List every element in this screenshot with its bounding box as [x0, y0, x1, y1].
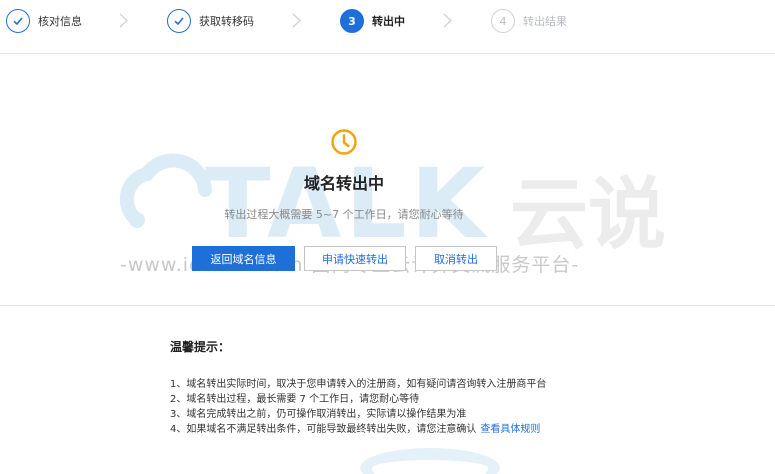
clock-icon — [331, 129, 357, 155]
tip-item: 1、域名转出实际时间，取决于您申请转入的注册商，如有疑问请咨询转入注册商平台 — [170, 379, 547, 390]
tips-title: 温馨提示： — [170, 340, 231, 354]
tip-item: 4、如果域名不满足转出条件，可能导致最终转出失败，请您注意确认 查看具体规则 — [170, 422, 546, 437]
step-verify-info: 核对信息 — [6, 9, 82, 33]
top-divider — [0, 53, 775, 54]
tip-item-text: 4、如果域名不满足转出条件，可能导致最终转出失败，请您注意确认 — [170, 424, 477, 435]
tip-item: 2、域名转出过程，最长需要 7 个工作日，请您耐心等待 — [170, 394, 420, 405]
progress-stepper: 核对信息 获取转移码 3 转出中 4 转出结果 — [0, 0, 775, 44]
middle-divider — [0, 305, 775, 306]
chevron-right-icon — [292, 13, 301, 28]
step-todo-circle: 4 — [491, 9, 515, 33]
tips-section: 温馨提示： 1、域名转出实际时间，取决于您申请转入的注册商，如有疑问请咨询转入注… — [170, 338, 546, 437]
apply-fast-transfer-button[interactable]: 申请快速转出 — [304, 246, 406, 271]
status-title: 域名转出中 — [303, 174, 384, 193]
step-label: 核对信息 — [38, 15, 82, 28]
step-current-circle: 3 — [340, 9, 364, 33]
step-transfer-result: 4 转出结果 — [491, 9, 567, 33]
tips-list: 1、域名转出实际时间，取决于您申请转入的注册商，如有疑问请咨询转入注册商平台 2… — [170, 377, 546, 437]
step-label: 获取转移码 — [199, 15, 254, 28]
back-to-domain-info-button[interactable]: 返回域名信息 — [192, 246, 295, 271]
watermark-cloud-logo — [119, 153, 212, 228]
step-done-circle — [6, 9, 30, 33]
step-get-transfer-code: 获取转移码 — [167, 9, 254, 33]
step-label: 转出结果 — [523, 15, 567, 28]
view-rules-link[interactable]: 查看具体规则 — [480, 424, 540, 435]
watermark-brand: TALK — [205, 148, 489, 260]
cancel-transfer-button[interactable]: 取消转出 — [415, 246, 497, 271]
check-icon — [174, 17, 184, 26]
step-transferring: 3 转出中 — [340, 9, 405, 33]
chevron-right-icon — [443, 13, 452, 28]
watermark-bottom-arc — [360, 448, 500, 474]
status-subtitle: 转出过程大概需要 5~7 个工作日，请您耐心等待 — [224, 208, 464, 221]
step-done-circle — [167, 9, 191, 33]
tip-item: 3、域名完成转出之前，仍可操作取消转出，实际请以操作结果为准 — [170, 409, 467, 420]
step-label: 转出中 — [372, 15, 405, 28]
chevron-right-icon — [119, 13, 128, 28]
check-icon — [13, 17, 23, 26]
